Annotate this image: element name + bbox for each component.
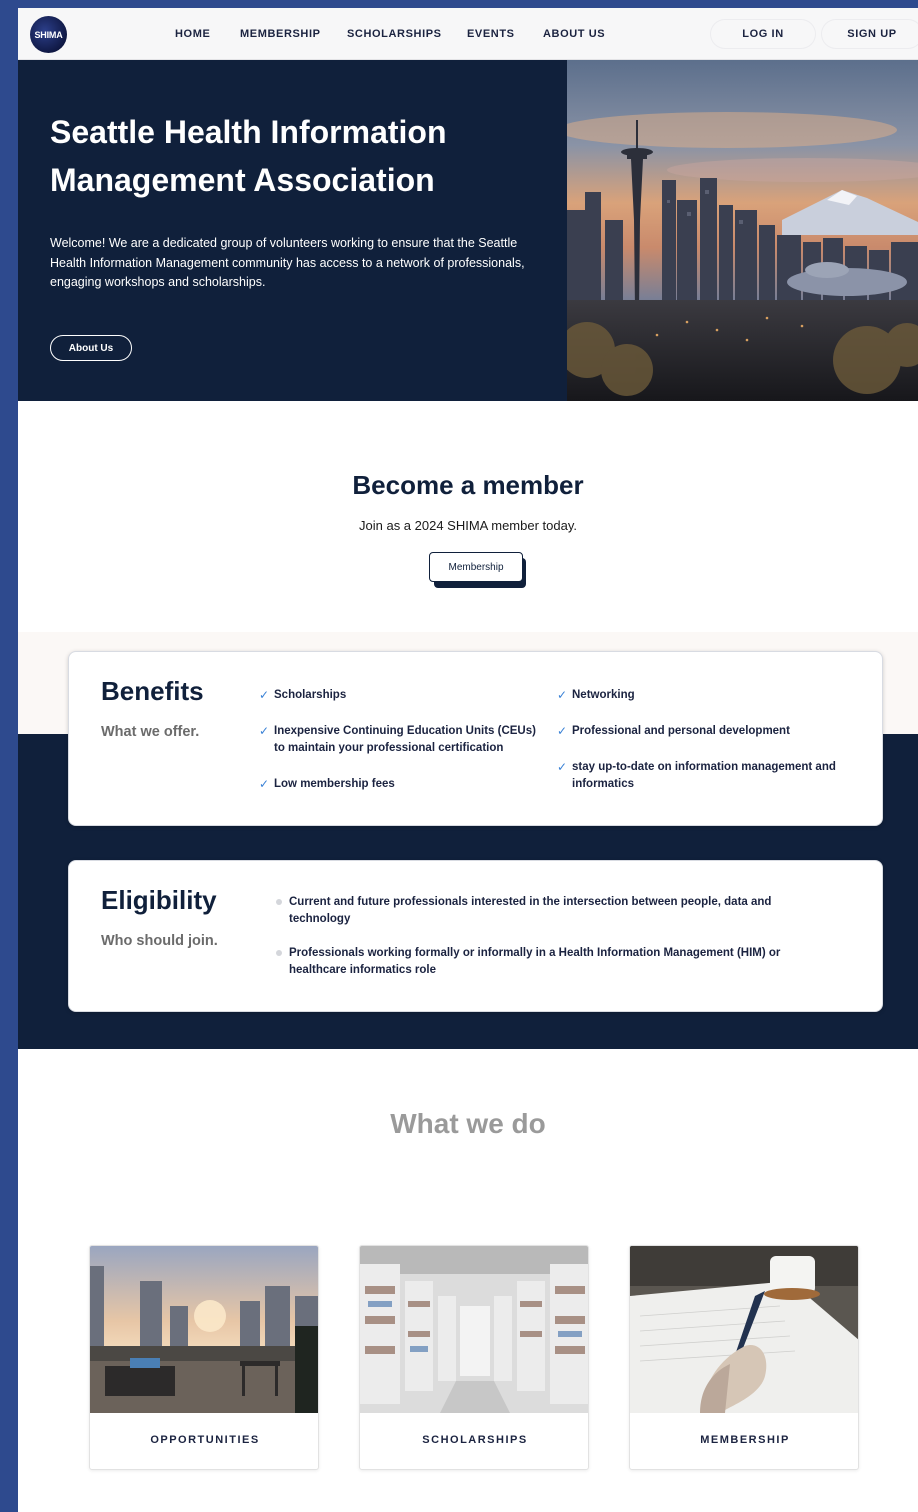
what-we-do-heading: What we do xyxy=(390,1108,546,1139)
hero-section: Seattle Health Information Management As… xyxy=(18,60,918,401)
checkmark-icon: ✓ xyxy=(259,688,270,702)
checkmark-icon: ✓ xyxy=(557,760,568,774)
rooftop-terrace-image xyxy=(90,1246,318,1413)
benefit-item: ✓ stay up-to-date on information manageme… xyxy=(557,760,836,790)
eligibility-card: Eligibility Who should join. Current and… xyxy=(68,860,883,1012)
benefits-title: Benefits xyxy=(101,676,204,706)
shima-logo[interactable]: SHIMA xyxy=(30,16,67,53)
hero-title-line-2: Management Association xyxy=(50,162,435,198)
tile-label: MEMBERSHIP xyxy=(700,1434,790,1446)
writing-hand-image xyxy=(630,1246,858,1413)
top-navigation: SHIMA HOME MEMBERSHIP SCHOLARSHIPS EVENT… xyxy=(18,8,918,60)
nav-about-us[interactable]: ABOUT US xyxy=(543,28,605,40)
nav-home[interactable]: HOME xyxy=(175,28,210,40)
benefit-item: ✓ Professional and personal development xyxy=(557,724,790,738)
page: SHIMA HOME MEMBERSHIP SCHOLARSHIPS EVENT… xyxy=(18,8,918,1512)
eligibility-title: Eligibility xyxy=(101,885,217,915)
nav-events[interactable]: EVENTS xyxy=(467,28,515,40)
benefit-item: ✓ Inexpensive Continuing Education Units … xyxy=(259,724,536,754)
nav-scholarships[interactable]: SCHOLARSHIPS xyxy=(347,28,442,40)
eligibility-item: Current and future professionals interes… xyxy=(274,894,794,928)
signup-button[interactable]: SIGN UP xyxy=(822,20,918,48)
benefit-item: ✓ Low membership fees xyxy=(259,777,395,791)
opportunities-tile[interactable]: OPPORTUNITIES xyxy=(89,1245,319,1470)
benefits-subtitle: What we offer. xyxy=(101,724,200,740)
library-image xyxy=(360,1246,588,1413)
scholarships-tile[interactable]: SCHOLARSHIPS xyxy=(359,1245,589,1470)
hero-description: Welcome! We are a dedicated group of vol… xyxy=(50,236,525,289)
become-member-subtitle: Join as a 2024 SHIMA member today. xyxy=(359,518,577,533)
membership-tile[interactable]: MEMBERSHIP xyxy=(629,1245,859,1470)
login-button[interactable]: LOG IN xyxy=(711,20,815,48)
benefit-item: ✓ Networking xyxy=(557,688,635,702)
browser-frame-strip xyxy=(0,0,918,8)
checkmark-icon: ✓ xyxy=(557,688,568,702)
benefit-item: ✓ Scholarships xyxy=(259,688,347,702)
seattle-skyline-image xyxy=(567,60,918,401)
membership-button[interactable]: Membership xyxy=(429,552,523,582)
hero-title: Seattle Health Information Management As… xyxy=(50,108,530,204)
eligibility-item: Professionals working formally or inform… xyxy=(274,945,794,979)
nav-membership[interactable]: MEMBERSHIP xyxy=(240,28,321,40)
tile-label: OPPORTUNITIES xyxy=(150,1434,260,1446)
eligibility-subtitle: Who should join. xyxy=(101,933,218,949)
bullet-icon xyxy=(276,950,282,956)
hero-title-line-1: Seattle Health Information xyxy=(50,114,447,150)
checkmark-icon: ✓ xyxy=(259,777,270,791)
tile-label: SCHOLARSHIPS xyxy=(422,1434,528,1446)
checkmark-icon: ✓ xyxy=(259,724,270,738)
about-us-button[interactable]: About Us xyxy=(50,335,132,361)
bullet-icon xyxy=(276,899,282,905)
become-member-heading: Become a member xyxy=(352,470,584,500)
checkmark-icon: ✓ xyxy=(557,724,568,738)
benefits-card: Benefits What we offer. ✓ Scholarships ✓ I… xyxy=(68,651,883,826)
